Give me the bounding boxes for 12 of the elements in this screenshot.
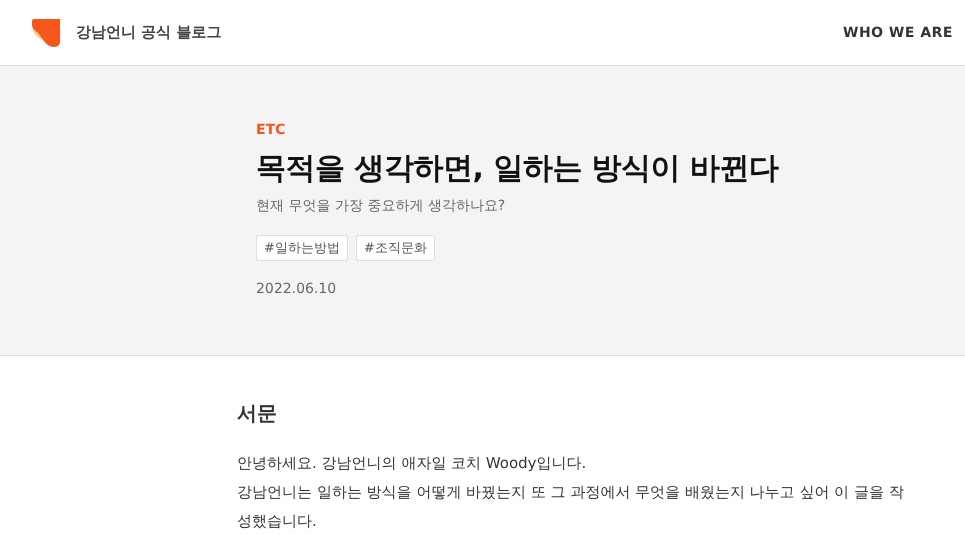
- tag-link[interactable]: #일하는방법: [256, 235, 348, 261]
- tag-link[interactable]: #조직문화: [356, 235, 435, 261]
- post-title: 목적을 생각하면, 일하는 방식이 바뀐다: [256, 150, 780, 188]
- post-date: 2022.06.10: [256, 281, 338, 297]
- category-label: ETC: [256, 122, 286, 138]
- post-subtitle: 현재 무엇을 가장 중요하게 생각하나요?: [256, 197, 506, 215]
- logo-icon: [30, 16, 62, 48]
- nav-link[interactable]: WHO WE ARE: [843, 24, 953, 40]
- blog-title[interactable]: 강남언니 공식 블로그: [76, 23, 222, 42]
- section-heading: 서문: [237, 400, 278, 427]
- paragraph: 안녕하세요. 강남언니의 애자일 코치 Woody입니다.: [237, 453, 588, 474]
- paragraph: 강남언니는 일하는 방식을 어떻게 바꿨는지 또 그 과정에서 무엇을 배웠는지 나누고 싶어 이 글을 작성했습니다.: [237, 482, 905, 532]
